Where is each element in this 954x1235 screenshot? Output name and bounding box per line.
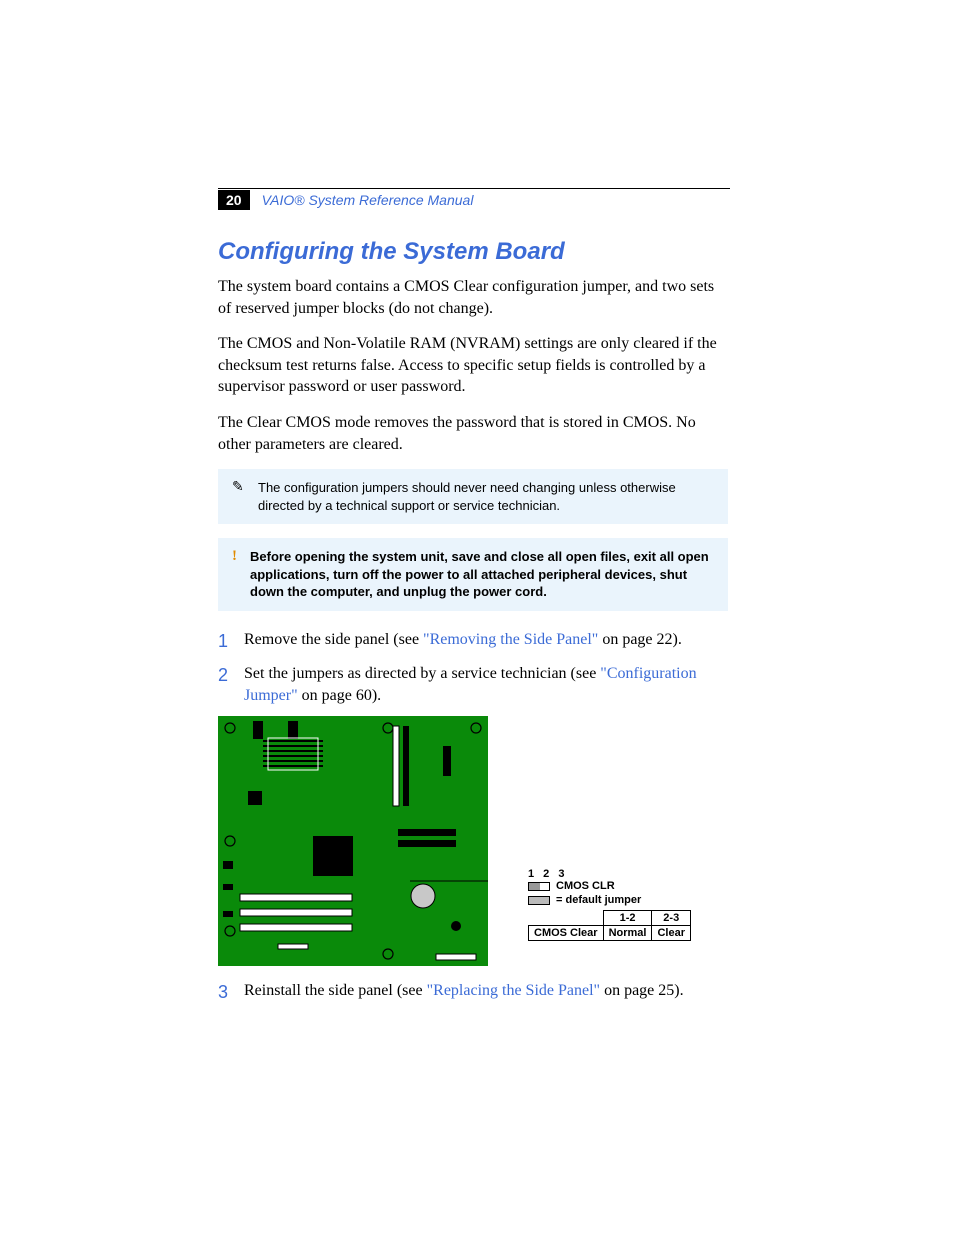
jumper-symbol-icon bbox=[528, 882, 550, 891]
warning-box: ! Before opening the system unit, save a… bbox=[218, 538, 728, 611]
jumper-table: 1-2 2-3 CMOS Clear Normal Clear bbox=[528, 910, 691, 941]
paragraph-2: The CMOS and Non-Volatile RAM (NVRAM) se… bbox=[218, 333, 728, 398]
note-text: The configuration jumpers should never n… bbox=[258, 480, 676, 513]
paragraph-1: The system board contains a CMOS Clear c… bbox=[218, 276, 728, 319]
section-title: Configuring the System Board bbox=[218, 238, 728, 266]
step-3: 3 Reinstall the side panel (see "Replaci… bbox=[218, 980, 728, 1004]
default-jumper-label: = default jumper bbox=[556, 894, 641, 906]
warning-icon: ! bbox=[232, 546, 237, 566]
link-removing-side-panel[interactable]: "Removing the Side Panel" bbox=[423, 631, 598, 648]
link-replacing-side-panel[interactable]: "Replacing the Side Panel" bbox=[427, 982, 600, 999]
step-body: Remove the side panel (see "Removing the… bbox=[244, 629, 728, 653]
step-number: 1 bbox=[218, 629, 244, 653]
step-3-pre: Reinstall the side panel (see bbox=[244, 982, 427, 999]
step-number: 3 bbox=[218, 980, 244, 1004]
warning-text: Before opening the system unit, save and… bbox=[250, 549, 709, 599]
step-2: 2 Set the jumpers as directed by a servi… bbox=[218, 663, 728, 706]
step-number: 2 bbox=[218, 663, 244, 706]
default-jumper-icon bbox=[528, 896, 550, 905]
page-content: 20 VAIO® System Reference Manual Configu… bbox=[218, 190, 728, 1015]
motherboard-svg bbox=[218, 716, 488, 966]
pencil-icon: ✎ bbox=[232, 477, 244, 496]
page-header: 20 VAIO® System Reference Manual bbox=[218, 190, 728, 210]
table-cell-normal: Normal bbox=[603, 926, 652, 941]
jumper-pins-label: 1 2 3 bbox=[528, 868, 691, 880]
table-cell-empty bbox=[529, 911, 604, 926]
step-body: Reinstall the side panel (see "Replacing… bbox=[244, 980, 728, 1004]
table-header-12: 1-2 bbox=[603, 911, 652, 926]
step-1-post: on page 22). bbox=[598, 631, 682, 648]
table-cell-clear: Clear bbox=[652, 926, 691, 941]
motherboard-diagram: 1 2 3 CMOS CLR = default jumper 1-2 2-3 … bbox=[218, 716, 728, 966]
step-3-post: on page 25). bbox=[600, 982, 684, 999]
table-cell-cmos: CMOS Clear bbox=[529, 926, 604, 941]
step-1-pre: Remove the side panel (see bbox=[244, 631, 423, 648]
header-rule bbox=[218, 188, 730, 189]
note-box: ✎ The configuration jumpers should never… bbox=[218, 469, 728, 524]
page-number: 20 bbox=[218, 190, 250, 210]
cmos-clr-label: CMOS CLR bbox=[556, 880, 615, 892]
manual-title: VAIO® System Reference Manual bbox=[262, 192, 474, 208]
table-header-23: 2-3 bbox=[652, 911, 691, 926]
table-row: 1-2 2-3 bbox=[529, 911, 691, 926]
jumper-labels: 1 2 3 CMOS CLR = default jumper 1-2 2-3 … bbox=[528, 868, 691, 941]
step-1: 1 Remove the side panel (see "Removing t… bbox=[218, 629, 728, 653]
step-body: Set the jumpers as directed by a service… bbox=[244, 663, 728, 706]
paragraph-3: The Clear CMOS mode removes the password… bbox=[218, 412, 728, 455]
table-row: CMOS Clear Normal Clear bbox=[529, 926, 691, 941]
step-2-pre: Set the jumpers as directed by a service… bbox=[244, 665, 600, 682]
step-2-post: on page 60). bbox=[298, 687, 382, 704]
